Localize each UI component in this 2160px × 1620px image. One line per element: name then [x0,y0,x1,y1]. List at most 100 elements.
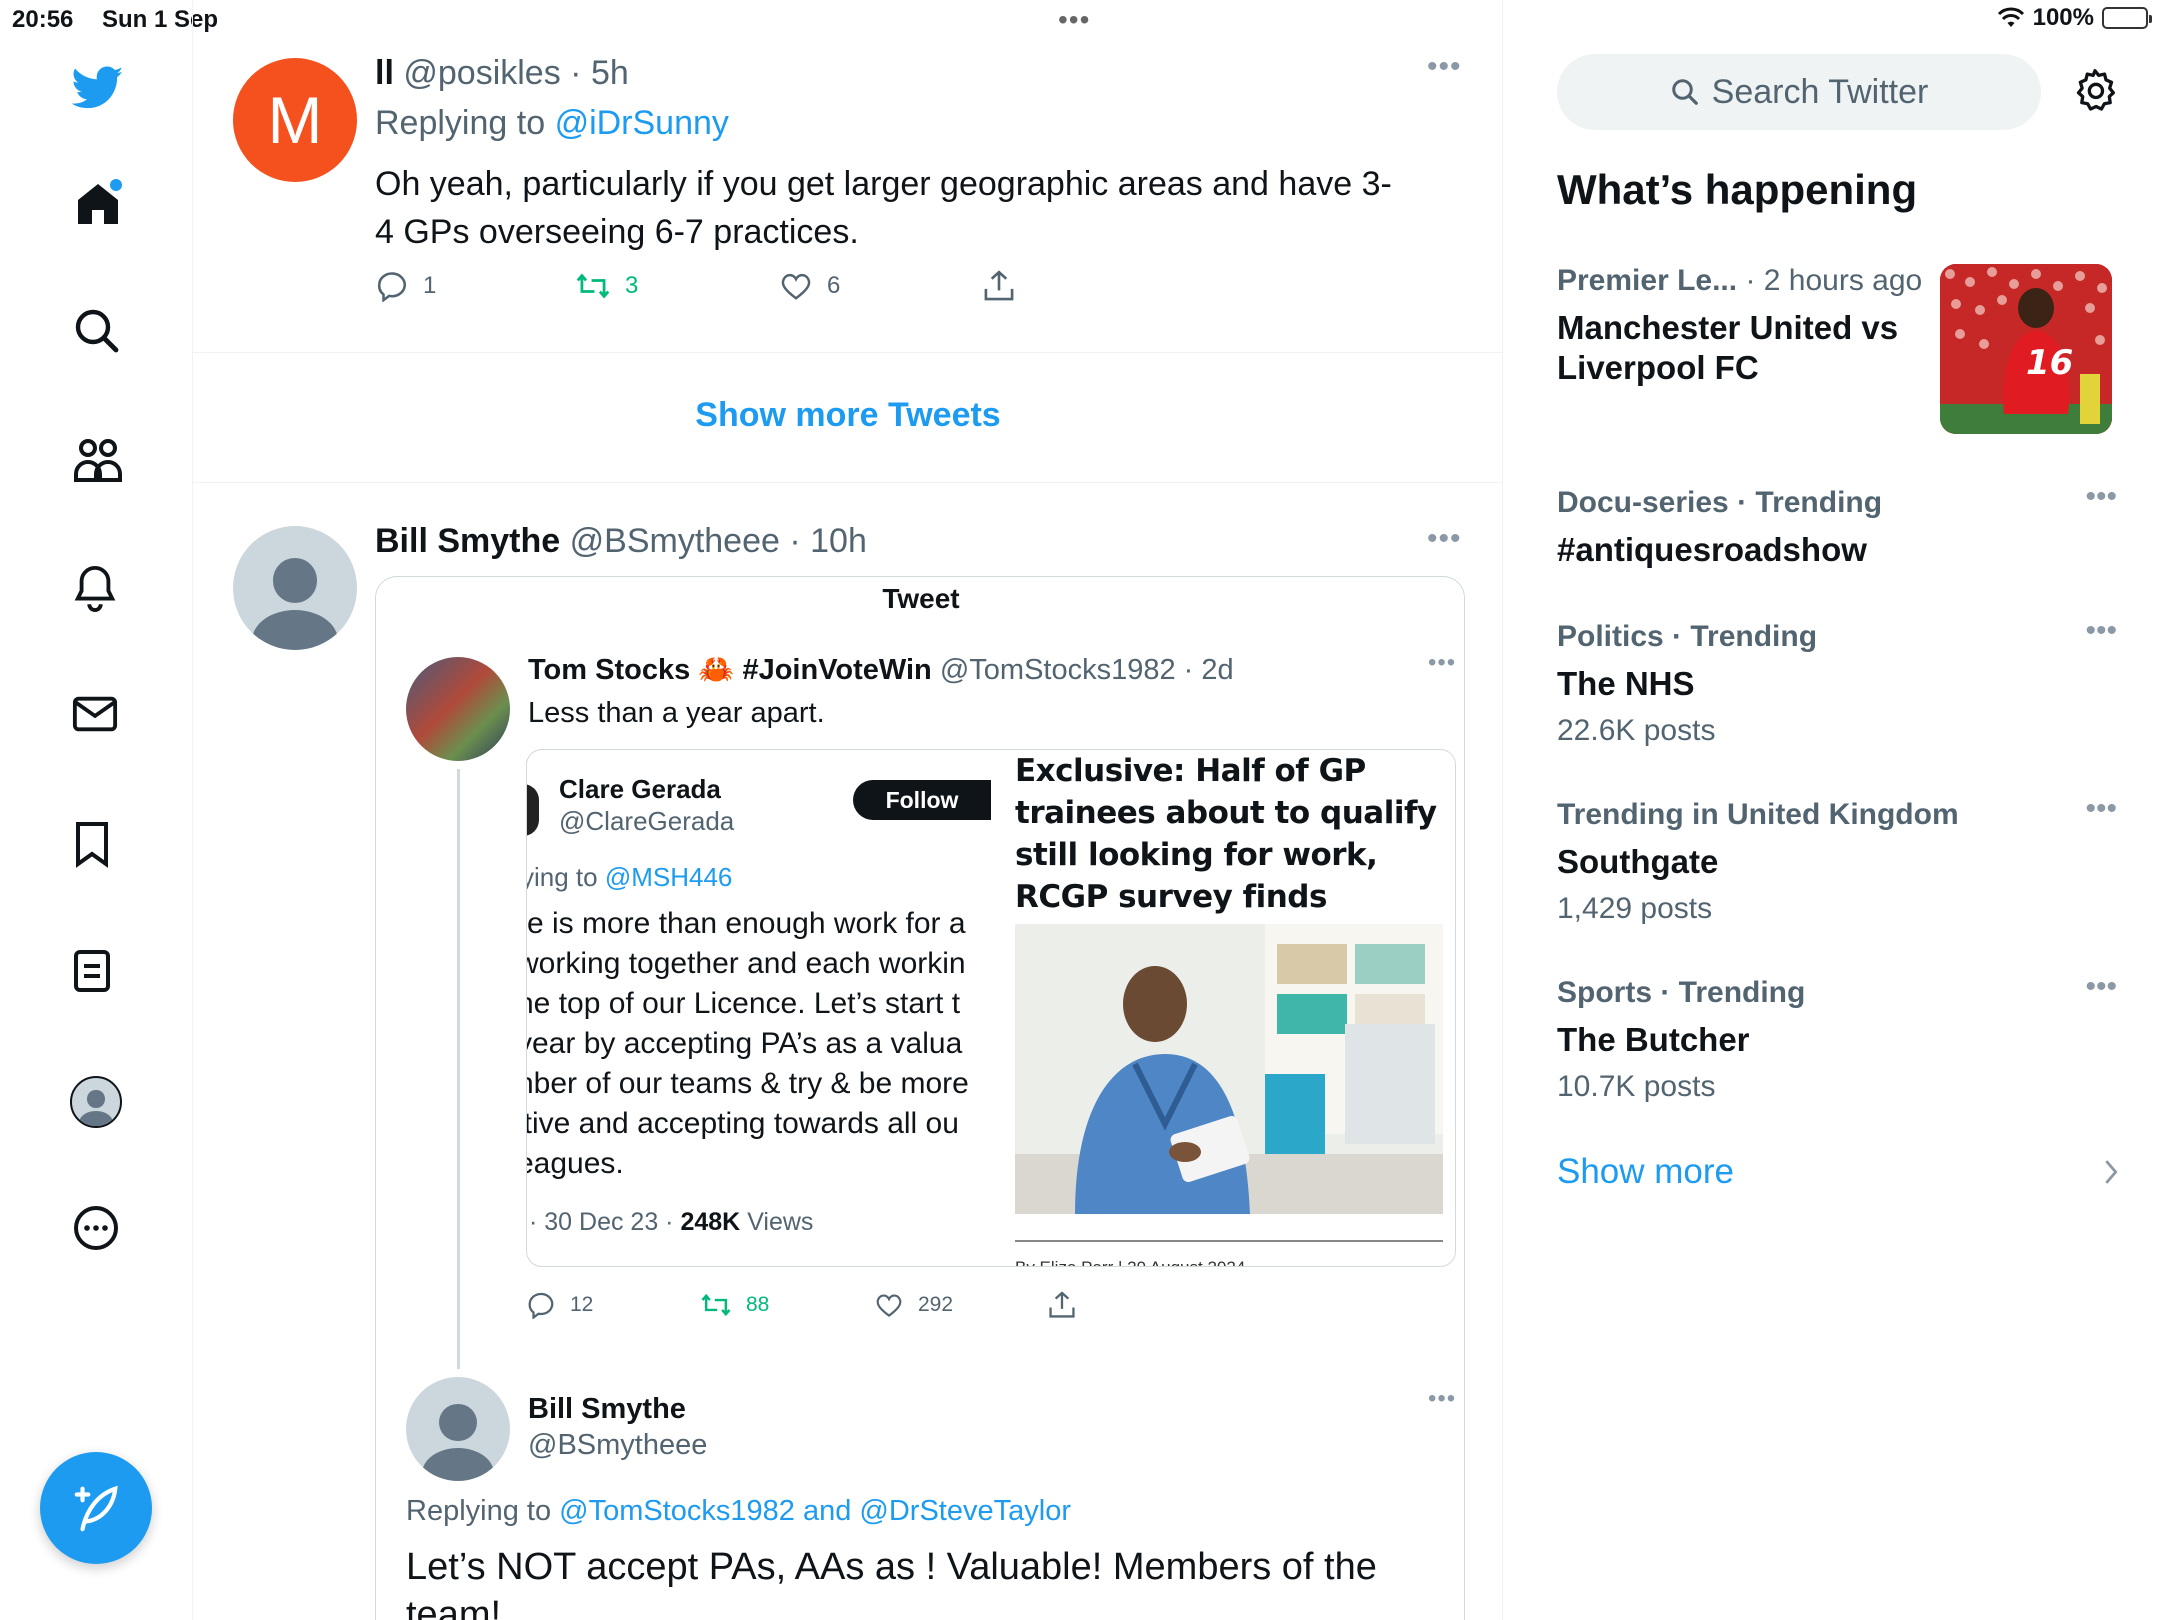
article-headline: Exclusive: Half of GP trainees about to … [1015,753,1437,915]
embedded-date: · 30 Dec 23 · [529,1208,674,1236]
retweet-icon [700,1292,732,1318]
heart-icon [779,271,813,301]
handle[interactable]: @TomStocks1982 [940,654,1176,686]
embedded-line: working together and each workin [526,947,966,980]
retweet-button[interactable]: 88 [700,1292,874,1318]
tweet-image[interactable]: Clare Gerada @ClareGerada Follow ying to… [526,749,1456,1267]
avatar[interactable]: M [233,58,357,182]
show-more-tweets-button[interactable]: Show more Tweets [193,396,1503,435]
hashtag[interactable]: #JoinVoteWin [742,654,931,686]
avatar[interactable] [406,657,510,761]
avatar[interactable] [406,1377,510,1481]
embedded-replying-label: ying to [526,862,598,892]
article-photo [1015,924,1443,1214]
home-icon[interactable] [72,178,122,226]
more-icon[interactable] [72,1204,120,1252]
trend-title: Southgate [1557,843,1719,880]
trend-more-icon[interactable]: ••• [2085,792,2117,826]
crab-emoji: 🦀 [698,654,735,686]
chevron-right-icon[interactable] [2103,1158,2119,1186]
profile-icon[interactable] [70,1076,122,1128]
communities-icon[interactable] [72,436,122,484]
trend-item[interactable]: Trending in United Kingdom Southgate 1,4… [1557,792,2117,926]
heart-icon [874,1292,904,1318]
handle[interactable]: @posikles [403,54,560,92]
reply-icon [375,270,409,302]
trend-category: Premier Le... [1557,264,1738,297]
replying-label: Replying to [406,1495,552,1527]
trend-title: The Butcher [1557,1021,1750,1058]
share-button[interactable] [983,270,1015,302]
twitter-bird-icon[interactable] [72,66,124,114]
thread-line [457,769,460,1369]
reply-button[interactable]: 12 [526,1291,700,1319]
lists-icon[interactable] [72,948,120,996]
reply-icon [526,1291,556,1319]
embedded-line: year by accepting PA’s as a valua [526,1027,963,1060]
trend-count: 1,429 posts [1557,892,1713,925]
trend-category: Docu-series · Trending [1557,486,1883,519]
search-icon[interactable] [72,306,120,354]
quote-title: Tweet [882,583,960,614]
retweet-count: 88 [746,1293,770,1316]
quoted-tweet-card[interactable]: Tweet Tom Stocks 🦀 #JoinVoteWin @TomStoc… [375,576,1465,1620]
show-more-link[interactable]: Show more [1557,1152,1734,1192]
replying-to-link[interactable]: @iDrSunny [555,104,729,142]
tweet-more-icon[interactable]: ••• [1427,522,1462,556]
share-icon [983,270,1015,302]
embedded-replying-to: ying to @MSH446 [526,862,732,893]
trend-item[interactable]: Docu-series · Trending #antiquesroadshow… [1557,480,2117,570]
trend-item[interactable]: Politics · Trending The NHS 22.6K posts … [1557,614,2117,748]
timeline: M ll @posikles · 5h ••• Replying to @iDr… [193,0,1503,1620]
tweet-more-icon[interactable]: ••• [1427,50,1462,84]
embedded-line: re is more than enough work for a [526,907,966,940]
embedded-line: eagues. [526,1147,624,1180]
embedded-handle: @ClareGerada [559,806,735,836]
svg-text:16: 16 [2026,343,2073,383]
tweet-actions: 1 3 6 [375,270,1015,302]
tweet-more-icon[interactable]: ••• [1428,649,1456,677]
display-name[interactable]: ll [375,54,394,92]
bookmarks-icon[interactable] [72,820,120,868]
trend-more-icon[interactable]: ••• [2085,970,2117,1004]
retweet-button[interactable]: 3 [575,271,779,301]
tweet-actions: 12 88 292 [526,1291,1076,1319]
display-name[interactable]: Bill Smythe [528,1393,686,1426]
like-button[interactable]: 292 [874,1292,1048,1318]
tweet-text: Let’s NOT accept PAs, AAs as ! Valuable!… [406,1546,1377,1620]
like-button[interactable]: 6 [779,271,983,301]
retweet-count: 3 [625,272,639,299]
trend-more-icon[interactable]: ••• [2085,480,2117,514]
trend-title: The NHS [1557,665,1695,702]
search-input[interactable]: Search Twitter [1557,54,2041,130]
reply-button[interactable]: 1 [375,270,575,302]
trend-count: 10.7K posts [1557,1070,1716,1103]
replying-to-link[interactable]: @TomStocks1982 and @DrSteveTaylor [559,1495,1071,1527]
reply-count: 12 [570,1293,594,1316]
trend-title: #antiquesroadshow [1557,531,1867,568]
tweet-more-icon[interactable]: ••• [1428,1385,1456,1413]
timestamp[interactable]: 2d [1201,654,1233,686]
search-placeholder: Search Twitter [1711,72,1929,111]
timestamp[interactable]: 5h [591,54,629,92]
display-name[interactable]: Tom Stocks [528,654,690,686]
compose-tweet-button[interactable] [40,1452,152,1564]
tweet-header: Bill Smythe @BSmytheee · 10h [375,522,867,560]
timestamp[interactable]: 10h [810,522,867,560]
handle[interactable]: @BSmytheee [570,522,780,560]
trend-item[interactable]: Sports · Trending The Butcher 10.7K post… [1557,970,2117,1104]
quoted-tweet-header: Tom Stocks 🦀 #JoinVoteWin @TomStocks1982… [528,654,1234,686]
trend-item[interactable]: Premier Le... · 2 hours ago Manchester U… [1557,264,2117,434]
embedded-views-label: Views [747,1208,814,1236]
avatar[interactable] [233,526,357,650]
display-name[interactable]: Bill Smythe [375,522,560,560]
handle[interactable]: @BSmytheee [528,1429,707,1462]
messages-icon[interactable] [72,694,120,742]
embedded-line: nber of our teams & try & be more [526,1067,969,1100]
share-button[interactable] [1048,1291,1076,1319]
trend-image[interactable]: 16 [1940,264,2112,434]
notifications-icon[interactable] [72,564,120,612]
trend-more-icon[interactable]: ••• [2085,614,2117,648]
settings-gear-icon[interactable] [2073,68,2117,112]
reply-count: 1 [423,272,437,299]
